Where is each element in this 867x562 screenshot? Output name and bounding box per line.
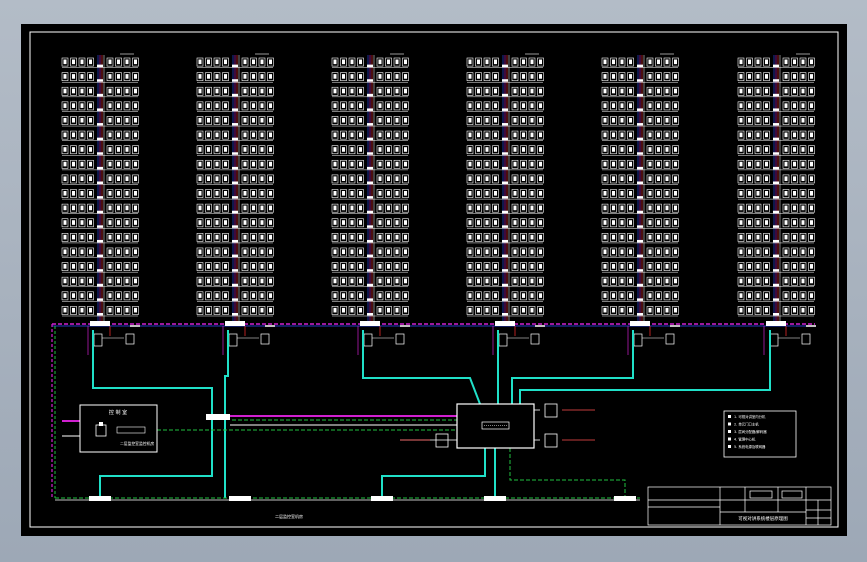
legend-row: 5. 系统电源及联网器 — [734, 444, 766, 449]
drawing-canvas: 控 制 室 二层监控室监控机房 二层监控室机房 1. 可视对讲室内分机 2. 单元… — [21, 24, 847, 536]
legend-marker — [728, 422, 731, 426]
junction-box-5 — [614, 496, 636, 501]
drawing-sheet — [21, 24, 847, 536]
legend-marker — [728, 415, 731, 418]
legend-row: 2. 单元门口主机 — [734, 422, 759, 427]
legend-marker — [728, 437, 731, 441]
junction-box-4 — [484, 496, 506, 501]
junction-box-mid — [206, 414, 230, 420]
legend-row: 1. 可视对讲室内分机 — [734, 414, 766, 419]
legend-box: 1. 可视对讲室内分机 2. 单元门口主机 3. 层间分配器/解码器 4. 管理中心机… — [723, 410, 797, 458]
legend-marker — [728, 430, 731, 433]
legend-row: 4. 管理中心机 — [734, 437, 756, 442]
legend-row: 3. 层间分配器/解码器 — [734, 429, 767, 434]
central-distribution-box — [456, 403, 535, 449]
drawing-title: 可视对讲系统楼层原理图 — [738, 515, 788, 522]
control-room-caption: 二层监控室监控机房 — [120, 441, 154, 446]
legend-marker — [728, 445, 731, 448]
junction-box-2 — [229, 496, 251, 501]
control-room: 控 制 室 二层监控室监控机房 — [79, 404, 158, 453]
junction-box-3 — [371, 496, 393, 501]
bottom-note: 二层监控室机房 — [275, 513, 303, 519]
control-room-title: 控 制 室 — [109, 409, 127, 416]
junction-box-1 — [89, 496, 111, 501]
